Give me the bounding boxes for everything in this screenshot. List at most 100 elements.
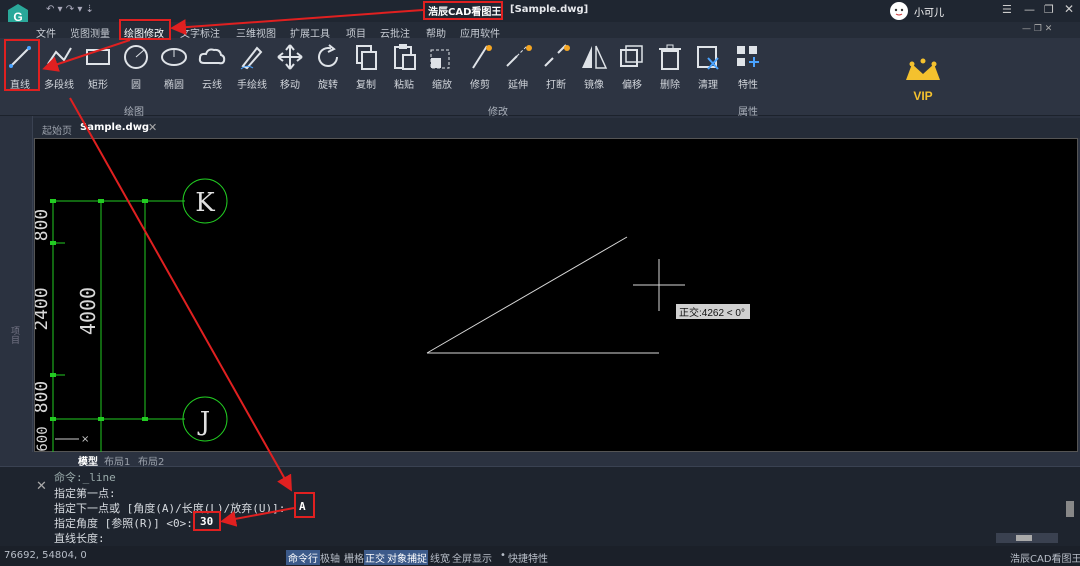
tab-sample-dwg[interactable]: Sample.dwg xyxy=(80,122,149,133)
tool-move-label: 移动 xyxy=(280,80,300,91)
cloud-icon xyxy=(198,48,226,65)
command-close-icon[interactable]: ✕ xyxy=(36,479,47,494)
status-quickprops-icon[interactable]: • xyxy=(500,550,506,561)
group-draw-label: 绘图 xyxy=(124,107,144,118)
ellipse-icon xyxy=(161,48,187,66)
drawing-svg[interactable]: K J 800 2400 800 600 4000 × 正交:4262 < 0° xyxy=(31,139,1079,453)
highlight-input-angle xyxy=(193,511,221,531)
scale-icon xyxy=(430,49,450,69)
status-lineweight[interactable]: 线宽 xyxy=(430,550,450,565)
status-polar[interactable]: 极轴 xyxy=(320,550,340,565)
command-input[interactable]: 直线长度: xyxy=(54,530,105,546)
highlight-app-title xyxy=(423,1,503,20)
tool-ellipse-label: 椭圆 xyxy=(164,80,184,91)
group-prop-label: 属性 xyxy=(738,107,758,118)
left-panel-strip[interactable]: 项目 xyxy=(0,116,33,452)
tool-delete[interactable]: 删除 xyxy=(652,42,688,98)
status-osnap[interactable]: 对象捕捉 xyxy=(386,550,428,565)
command-hscroll-thumb[interactable] xyxy=(1016,535,1032,541)
dim-2400: 2400 xyxy=(35,287,52,330)
tool-mirror[interactable]: 镜像 xyxy=(576,42,612,98)
tool-extend[interactable]: 延伸 xyxy=(500,42,536,98)
close-button[interactable]: ✕ xyxy=(1064,2,1074,16)
tool-polyline[interactable]: 多段线 xyxy=(40,42,78,98)
tool-rectangle[interactable]: 矩形 xyxy=(80,42,116,98)
tool-break-label: 打断 xyxy=(546,80,566,91)
tool-freehand[interactable]: 手绘线 xyxy=(232,42,272,98)
quick-access-icons[interactable]: ↶ ▾ ↷ ▾ ⇣ xyxy=(46,4,94,15)
tab-start-page[interactable]: 起始页 xyxy=(42,122,72,137)
coordinates: 76692, 54804, 0 xyxy=(4,550,87,561)
tab-close-icon[interactable]: ✕ xyxy=(148,121,157,134)
tool-rotate-label: 旋转 xyxy=(318,80,338,91)
tool-rotate[interactable]: 旋转 xyxy=(310,42,346,98)
triangle-lines xyxy=(426,236,659,354)
paste-icon xyxy=(394,44,416,70)
group-modify-label: 修改 xyxy=(488,107,508,118)
properties-icon xyxy=(737,46,759,67)
command-hscroll-track[interactable] xyxy=(996,533,1058,543)
tool-extend-label: 延伸 xyxy=(508,80,528,91)
status-cmdline[interactable]: 命令行 xyxy=(286,550,320,565)
tool-cloud-label: 云线 xyxy=(202,80,222,91)
tool-polyline-label: 多段线 xyxy=(44,80,74,91)
minimize-button[interactable]: — xyxy=(1024,3,1035,16)
tool-properties[interactable]: 特性 xyxy=(730,42,766,98)
tool-cloud[interactable]: 云线 xyxy=(194,42,230,98)
dim-4000: 4000 xyxy=(76,287,100,335)
tool-move[interactable]: 移动 xyxy=(272,42,308,98)
polyline-icon xyxy=(47,47,72,65)
break-icon xyxy=(544,44,570,67)
doc-window-controls[interactable]: — ❐ ✕ xyxy=(1022,24,1052,34)
circle-icon xyxy=(124,45,148,69)
tool-paste-label: 粘贴 xyxy=(394,80,414,91)
avatar-icon[interactable] xyxy=(888,1,910,21)
mirror-icon xyxy=(582,45,608,69)
tool-offset[interactable]: 偏移 xyxy=(614,42,650,98)
status-ortho[interactable]: 正交 xyxy=(364,550,386,565)
dim-800-bottom: 800 xyxy=(35,381,52,414)
command-area[interactable]: ✕ 命令:_line 指定第一点: 指定下一点或 [角度(A)/长度(L)/放弃… xyxy=(0,466,1080,546)
tool-delete-label: 删除 xyxy=(660,80,680,91)
tool-circle-label: 圆 xyxy=(131,80,141,91)
rotate-icon xyxy=(318,44,338,67)
document-tab-bar: ⁞ 起始页 Sample.dwg ✕ xyxy=(0,118,1080,138)
restore-button[interactable]: ❐ xyxy=(1044,3,1054,16)
tool-copy-label: 复制 xyxy=(356,80,376,91)
axis-label-j: J xyxy=(197,407,210,437)
trim-icon xyxy=(472,45,492,69)
menu-icon[interactable]: ☰ xyxy=(1002,3,1012,16)
command-scrollbar[interactable] xyxy=(1066,501,1074,517)
document-title: [Sample.dwg] xyxy=(510,4,589,15)
tool-copy[interactable]: 复制 xyxy=(348,42,384,98)
left-panel-label: 项目 xyxy=(9,326,19,344)
tool-break[interactable]: 打断 xyxy=(538,42,574,98)
tool-purge-label: 清理 xyxy=(698,80,718,91)
tool-trim-label: 修剪 xyxy=(470,80,490,91)
tool-ellipse[interactable]: 椭圆 xyxy=(156,42,192,98)
user-name[interactable]: 小可儿 xyxy=(914,4,944,19)
status-grid[interactable]: 栅格 xyxy=(344,550,364,565)
vip-crown-icon[interactable]: VIP xyxy=(902,58,944,106)
status-brand: 浩辰CAD看图王 xyxy=(1010,554,1080,565)
trash-icon xyxy=(659,44,681,70)
drawing-canvas[interactable]: K J 800 2400 800 600 4000 × 正交:4262 < 0° xyxy=(31,138,1079,453)
tool-circle[interactable]: 圆 xyxy=(118,42,154,98)
tool-purge[interactable]: 清理 xyxy=(690,42,726,98)
status-quickprops[interactable]: 快捷特性 xyxy=(508,550,548,565)
tool-offset-label: 偏移 xyxy=(622,80,642,91)
tool-scale-label: 缩放 xyxy=(432,80,452,91)
tool-paste[interactable]: 粘贴 xyxy=(386,42,422,98)
command-line-2: 指定第一点: xyxy=(54,487,116,500)
status-fullscreen[interactable]: 全屏显示 xyxy=(452,550,492,565)
tool-freehand-label: 手绘线 xyxy=(237,80,267,91)
highlight-menu-draw xyxy=(119,19,171,40)
tool-properties-label: 特性 xyxy=(738,80,758,91)
tool-scale[interactable]: 缩放 xyxy=(424,42,460,98)
dim-600: 600 xyxy=(35,426,51,451)
pencil-icon xyxy=(240,46,263,70)
tool-rectangle-label: 矩形 xyxy=(88,80,108,91)
rectangle-icon xyxy=(86,49,110,65)
tool-trim[interactable]: 修剪 xyxy=(462,42,498,98)
ortho-tooltip: 正交:4262 < 0° xyxy=(679,306,745,319)
